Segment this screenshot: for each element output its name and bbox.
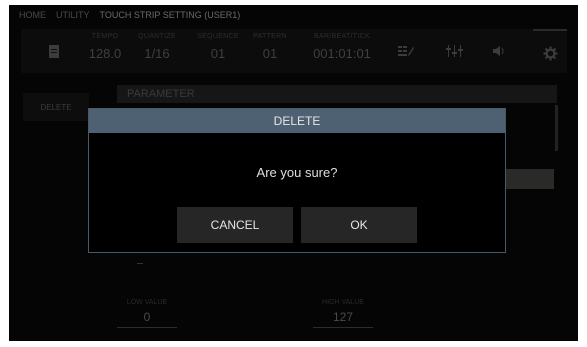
tempo-value: 128.0 bbox=[88, 46, 122, 61]
delete-dialog: DELETE Are you sure? CANCEL OK bbox=[88, 108, 506, 253]
tempo-label: TEMPO bbox=[91, 33, 119, 40]
pattern-value: 01 bbox=[262, 46, 278, 61]
position-field[interactable]: BAR/BEAT/TICK 001:01:01 bbox=[301, 29, 383, 73]
high-value-field[interactable]: HIGH VALUE 127 bbox=[313, 299, 373, 328]
position-label: BAR/BEAT/TICK bbox=[314, 33, 370, 40]
dialog-title: DELETE bbox=[89, 109, 505, 133]
dialog-message: Are you sure? bbox=[256, 165, 338, 180]
sequence-value: 01 bbox=[210, 46, 226, 61]
list-row-highlight[interactable] bbox=[506, 169, 554, 189]
high-value-label: HIGH VALUE bbox=[322, 299, 364, 306]
gear-icon[interactable] bbox=[533, 29, 567, 75]
breadcrumb-utility[interactable]: UTILITY bbox=[56, 10, 90, 24]
high-value: 127 bbox=[313, 310, 373, 328]
document-icon[interactable] bbox=[41, 39, 67, 63]
low-value-label: LOW VALUE bbox=[126, 299, 168, 306]
breadcrumb-home[interactable]: HOME bbox=[19, 10, 46, 24]
ok-button[interactable]: OK bbox=[301, 207, 417, 243]
speaker-icon[interactable] bbox=[487, 39, 513, 63]
device-screen: HOME UTILITY TOUCH STRIP SETTING (USER1)… bbox=[9, 5, 578, 341]
breadcrumb-current: TOUCH STRIP SETTING (USER1) bbox=[99, 10, 241, 20]
quantize-field[interactable]: QUANTIZE 1/16 bbox=[131, 29, 183, 73]
quantize-value: 1/16 bbox=[144, 46, 170, 61]
pattern-field[interactable]: PATTERN 01 bbox=[247, 29, 293, 73]
tempo-field[interactable]: TEMPO 128.0 bbox=[83, 29, 127, 73]
low-value: 0 bbox=[117, 310, 177, 328]
position-value: 001:01:01 bbox=[313, 46, 371, 61]
mixer-icon[interactable] bbox=[441, 39, 467, 63]
delete-tab[interactable]: DELETE bbox=[23, 93, 89, 121]
low-value-field[interactable]: LOW VALUE 0 bbox=[117, 299, 177, 328]
scrollbar[interactable] bbox=[555, 105, 558, 151]
sequence-label: SEQUENCE bbox=[197, 33, 239, 40]
parameter-header: PARAMETER bbox=[117, 85, 557, 103]
breadcrumb: HOME UTILITY TOUCH STRIP SETTING (USER1) bbox=[19, 10, 240, 24]
cancel-button[interactable]: CANCEL bbox=[177, 207, 293, 243]
edit-grid-icon[interactable] bbox=[393, 39, 419, 63]
divider bbox=[137, 263, 143, 264]
pattern-label: PATTERN bbox=[253, 33, 287, 40]
quantize-label: QUANTIZE bbox=[138, 33, 176, 40]
sequence-field[interactable]: SEQUENCE 01 bbox=[195, 29, 241, 73]
header-bar: TEMPO 128.0 QUANTIZE 1/16 SEQUENCE 01 PA… bbox=[21, 29, 567, 73]
